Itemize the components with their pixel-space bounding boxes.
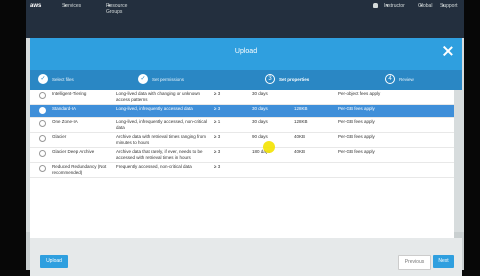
storage-class-name: One Zone-IA: [52, 119, 78, 124]
min-billable-size: 40KB: [294, 134, 306, 139]
step-number: 3: [265, 74, 275, 84]
radio-button[interactable]: [39, 135, 46, 142]
min-billable-size: [292, 163, 336, 178]
min-storage-duration: 30 days: [252, 91, 268, 96]
storage-class-row[interactable]: One Zone-IA Long-lived, infrequently acce…: [30, 118, 454, 133]
storage-class-name: Intelligent-Tiering: [52, 91, 87, 96]
spacer-cell: [388, 118, 454, 133]
modal-header: Upload: [30, 38, 462, 70]
step-label: Set permissions: [152, 77, 185, 82]
availability-zones: ≥ 3: [214, 164, 221, 169]
modal-footer: Upload Previous Next: [30, 238, 462, 276]
step-label: Select files: [52, 77, 74, 82]
radio-cell: [30, 148, 50, 163]
modal-title: Upload: [234, 48, 258, 55]
radio-button[interactable]: [39, 92, 46, 99]
aws-logo[interactable]: aws: [30, 3, 41, 9]
radio-button[interactable]: [39, 150, 46, 157]
storage-class-row[interactable]: Standard-IA Long-lived, infrequently acce…: [30, 104, 454, 118]
min-billable-size: 40KB: [294, 149, 306, 154]
video-letterbox-right: [464, 0, 480, 270]
upload-modal: Upload ✓ Select files ✓ Set permissions …: [30, 38, 462, 276]
availability-zones: ≥ 3: [214, 134, 221, 139]
chevron-down-icon: ▾: [442, 3, 445, 9]
storage-class-row[interactable]: Glacier Archive data with retrieval times…: [30, 133, 454, 148]
check-icon: ✓: [138, 74, 148, 84]
storage-class-table: Intelligent-Tiering Long-lived data with …: [30, 90, 454, 178]
radio-cell: [30, 90, 50, 105]
radio-cell: [30, 163, 50, 178]
radio-button[interactable]: [39, 165, 46, 172]
step-number: 4: [385, 74, 395, 84]
previous-button[interactable]: Previous: [398, 255, 431, 270]
upload-button[interactable]: Upload: [40, 255, 68, 268]
chevron-down-icon: ▾: [108, 3, 111, 9]
min-billable-size: 128KB: [294, 119, 308, 124]
chevron-down-icon: ▾: [420, 3, 423, 9]
modal-body: Intelligent-Tiering Long-lived data with …: [30, 90, 454, 238]
mouse-cursor-highlight: [263, 141, 275, 153]
storage-class-row[interactable]: Glacier Deep Archive Archive data that ra…: [30, 148, 454, 163]
storage-class-name: Glacier: [52, 134, 67, 139]
spacer-cell: [388, 105, 454, 118]
availability-zones: ≥ 3: [214, 91, 221, 96]
designed-for-text: Archive data that rarely, if ever, needs…: [116, 149, 203, 160]
video-letterbox-left: [0, 0, 26, 270]
min-storage-duration: [250, 163, 292, 178]
bell-icon[interactable]: [373, 3, 378, 8]
check-icon: ✓: [38, 74, 48, 84]
monitoring-fees: [336, 163, 388, 178]
min-billable-size: [292, 90, 336, 105]
spacer-cell: [388, 133, 454, 148]
chevron-down-icon: ▾: [64, 3, 67, 9]
storage-class-name: Standard-IA: [52, 106, 77, 111]
close-icon[interactable]: [442, 45, 454, 57]
availability-zones: ≥ 1: [214, 119, 221, 124]
designed-for-text: Long-lived, infrequently accessed data: [116, 106, 193, 111]
monitoring-fees: Per-GB fees apply: [338, 106, 375, 111]
step-label: Set properties: [279, 77, 310, 82]
storage-class-name: Glacier Deep Archive: [52, 149, 95, 154]
min-storage-duration: 30 days: [252, 106, 268, 111]
radio-cell: [30, 133, 50, 148]
availability-zones: ≥ 3: [214, 149, 221, 154]
spacer-cell: [388, 90, 454, 105]
designed-for-text: Archive data with retrieval times rangin…: [116, 134, 207, 145]
min-storage-duration: 30 days: [252, 119, 268, 124]
storage-class-row[interactable]: Intelligent-Tiering Long-lived data with …: [30, 90, 454, 105]
monitoring-fees: Per-GB fees apply: [338, 149, 375, 154]
step-label: Review: [399, 77, 414, 82]
availability-zones: ≥ 3: [214, 106, 221, 111]
storage-class-row[interactable]: Reduced Redundancy (Not recommended) Freq…: [30, 163, 454, 178]
spacer-cell: [388, 163, 454, 178]
radio-cell: [30, 118, 50, 133]
radio-button[interactable]: [39, 107, 46, 114]
min-billable-size: 128KB: [294, 106, 308, 111]
designed-for-text: Long-lived, infrequently accessed, non-c…: [116, 119, 208, 130]
next-button[interactable]: Next: [433, 255, 454, 268]
designed-for-text: Long-lived data with changing or unknown…: [116, 91, 201, 102]
monitoring-fees: Per-object fees apply: [338, 91, 381, 96]
chevron-down-icon: ▾: [386, 3, 389, 9]
designed-for-text: Frequently accessed, non-critical data: [116, 164, 192, 169]
radio-cell: [30, 105, 50, 118]
spacer-cell: [388, 148, 454, 163]
monitoring-fees: Per-GB fees apply: [338, 134, 375, 139]
top-navigation: aws Services ▾ Resource Groups ▾ Instructo…: [26, 0, 464, 38]
radio-button[interactable]: [39, 120, 46, 127]
monitoring-fees: Per-GB fees apply: [338, 119, 375, 124]
storage-class-name: Reduced Redundancy (Not recommended): [52, 164, 107, 175]
wizard-steps: ✓ Select files ✓ Set permissions 3 Set p…: [30, 70, 462, 90]
